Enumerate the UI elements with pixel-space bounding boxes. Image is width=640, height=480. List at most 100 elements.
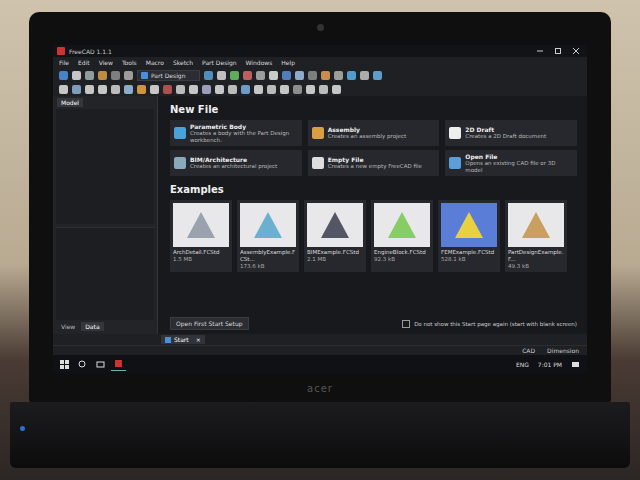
status-item[interactable]: CAD bbox=[522, 347, 535, 354]
tool-icon[interactable] bbox=[124, 85, 133, 94]
tool-icon[interactable] bbox=[334, 71, 343, 80]
tool-icon[interactable] bbox=[59, 71, 68, 80]
tool-icon[interactable] bbox=[293, 85, 302, 94]
example-thumbnail bbox=[307, 203, 363, 247]
laptop-chin: acer bbox=[53, 373, 587, 402]
status-item[interactable]: Dimension bbox=[547, 347, 579, 354]
new-file-card[interactable]: AssemblyCreates an assembly project bbox=[308, 120, 440, 146]
task-view-icon[interactable] bbox=[93, 358, 108, 371]
workbench-selector[interactable]: Part Design bbox=[137, 70, 200, 81]
tool-icon[interactable] bbox=[306, 85, 315, 94]
combo-tab[interactable]: Model bbox=[57, 98, 83, 107]
menu-item[interactable]: Sketch bbox=[173, 59, 193, 66]
tool-icon[interactable] bbox=[98, 71, 107, 80]
tool-icon[interactable] bbox=[98, 85, 107, 94]
dont-show-checkbox[interactable] bbox=[402, 320, 410, 328]
tool-icon[interactable] bbox=[295, 71, 304, 80]
menu-item[interactable]: Help bbox=[281, 59, 295, 66]
tool-icon[interactable] bbox=[85, 85, 94, 94]
menu-item[interactable]: View bbox=[99, 59, 113, 66]
tool-icon[interactable] bbox=[124, 71, 133, 80]
tool-icon[interactable] bbox=[111, 71, 120, 80]
property-tab[interactable]: Data bbox=[81, 322, 103, 331]
tool-icon[interactable] bbox=[150, 85, 159, 94]
new-file-card[interactable]: BIM/ArchitectureCreates an architectural… bbox=[170, 150, 302, 176]
menu-bar: File Edit View Tools Macro Sketch Part Design W… bbox=[53, 57, 587, 68]
close-tab-button[interactable]: × bbox=[196, 336, 201, 343]
notification-icon[interactable] bbox=[568, 358, 583, 371]
menu-item[interactable]: Macro bbox=[146, 59, 164, 66]
tool-icon[interactable] bbox=[360, 71, 369, 80]
tool-icon[interactable] bbox=[267, 85, 276, 94]
tool-icon[interactable] bbox=[243, 71, 252, 80]
tool-icon[interactable] bbox=[241, 85, 250, 94]
new-file-card[interactable]: 2D DraftCreates a 2D Draft document bbox=[445, 120, 577, 146]
tool-icon[interactable] bbox=[137, 85, 146, 94]
tool-icon[interactable] bbox=[256, 71, 265, 80]
tool-icon[interactable] bbox=[230, 71, 239, 80]
document-icon bbox=[174, 127, 186, 139]
tool-icon[interactable] bbox=[228, 85, 237, 94]
close-icon[interactable] bbox=[569, 47, 583, 55]
tool-icon[interactable] bbox=[176, 85, 185, 94]
language-indicator[interactable]: ENG bbox=[513, 361, 532, 368]
tool-icon[interactable] bbox=[163, 85, 172, 94]
new-file-card[interactable]: Parametric BodyCreates a body with the P… bbox=[170, 120, 302, 146]
document-tabs: Start× bbox=[53, 334, 587, 345]
tool-icon[interactable] bbox=[373, 71, 382, 80]
document-icon bbox=[449, 127, 461, 139]
maximize-icon[interactable] bbox=[551, 47, 565, 55]
example-card[interactable]: EngineBlock.FCStd92.3 kB bbox=[371, 200, 433, 271]
example-thumbnail bbox=[508, 203, 564, 247]
status-bar: CAD Dimension bbox=[53, 345, 587, 355]
windows-start-icon[interactable] bbox=[57, 358, 72, 371]
document-tab[interactable]: Start× bbox=[161, 335, 205, 344]
tool-icon[interactable] bbox=[269, 71, 278, 80]
tool-icon[interactable] bbox=[204, 71, 213, 80]
example-card[interactable]: FEMExample.FCStd528.1 kB bbox=[438, 200, 500, 271]
toolbar bbox=[53, 83, 587, 96]
tool-icon[interactable] bbox=[321, 71, 330, 80]
example-card[interactable]: ArchDetail.FCStd1.5 MB bbox=[170, 200, 232, 271]
new-file-card[interactable]: Open FileOpens an existing CAD file or 3… bbox=[445, 150, 577, 176]
start-icon bbox=[165, 337, 171, 343]
menu-item[interactable]: Part Design bbox=[202, 59, 236, 66]
workbench-icon bbox=[141, 72, 148, 79]
tool-icon[interactable] bbox=[308, 71, 317, 80]
tool-icon[interactable] bbox=[72, 71, 81, 80]
menu-item[interactable]: Tools bbox=[122, 59, 137, 66]
tool-icon[interactable] bbox=[332, 85, 341, 94]
tool-icon[interactable] bbox=[202, 85, 211, 94]
example-card[interactable]: PartDesignExample.F...49.3 kB bbox=[505, 200, 567, 271]
model-tree bbox=[56, 109, 154, 224]
first-start-setup-button[interactable]: Open First Start Setup bbox=[170, 317, 249, 330]
tool-icon[interactable] bbox=[111, 85, 120, 94]
tool-icon[interactable] bbox=[217, 71, 226, 80]
tool-icon[interactable] bbox=[254, 85, 263, 94]
dont-show-label: Do not show this Start page again (start… bbox=[414, 321, 577, 327]
tool-icon[interactable] bbox=[215, 85, 224, 94]
example-thumbnail bbox=[374, 203, 430, 247]
property-tab[interactable]: View bbox=[57, 322, 79, 331]
clock[interactable]: 7:01 PM bbox=[535, 361, 565, 368]
tool-icon[interactable] bbox=[189, 85, 198, 94]
photo-scene: FreeCAD 1.1.1FileEditViewToolsMacroSketc… bbox=[0, 0, 640, 480]
menu-item[interactable]: Windows bbox=[246, 59, 273, 66]
example-card[interactable]: AssemblyExample.FCSt...173.6 kB bbox=[237, 200, 299, 271]
tool-icon[interactable] bbox=[347, 71, 356, 80]
example-card[interactable]: BIMExample.FCStd2.1 MB bbox=[304, 200, 366, 271]
tool-icon[interactable] bbox=[319, 85, 328, 94]
new-file-heading: New File bbox=[170, 104, 577, 115]
tool-icon[interactable] bbox=[282, 71, 291, 80]
tool-icon[interactable] bbox=[85, 71, 94, 80]
new-file-card[interactable]: Empty FileCreates a new empty FreeCAD fi… bbox=[308, 150, 440, 176]
laptop-base bbox=[10, 402, 630, 468]
minimize-icon[interactable] bbox=[533, 47, 547, 55]
tool-icon[interactable] bbox=[72, 85, 81, 94]
tool-icon[interactable] bbox=[59, 85, 68, 94]
menu-item[interactable]: File bbox=[59, 59, 69, 66]
menu-item[interactable]: Edit bbox=[78, 59, 90, 66]
freecad-task-icon[interactable] bbox=[111, 357, 126, 371]
search-icon[interactable] bbox=[75, 358, 90, 371]
tool-icon[interactable] bbox=[280, 85, 289, 94]
